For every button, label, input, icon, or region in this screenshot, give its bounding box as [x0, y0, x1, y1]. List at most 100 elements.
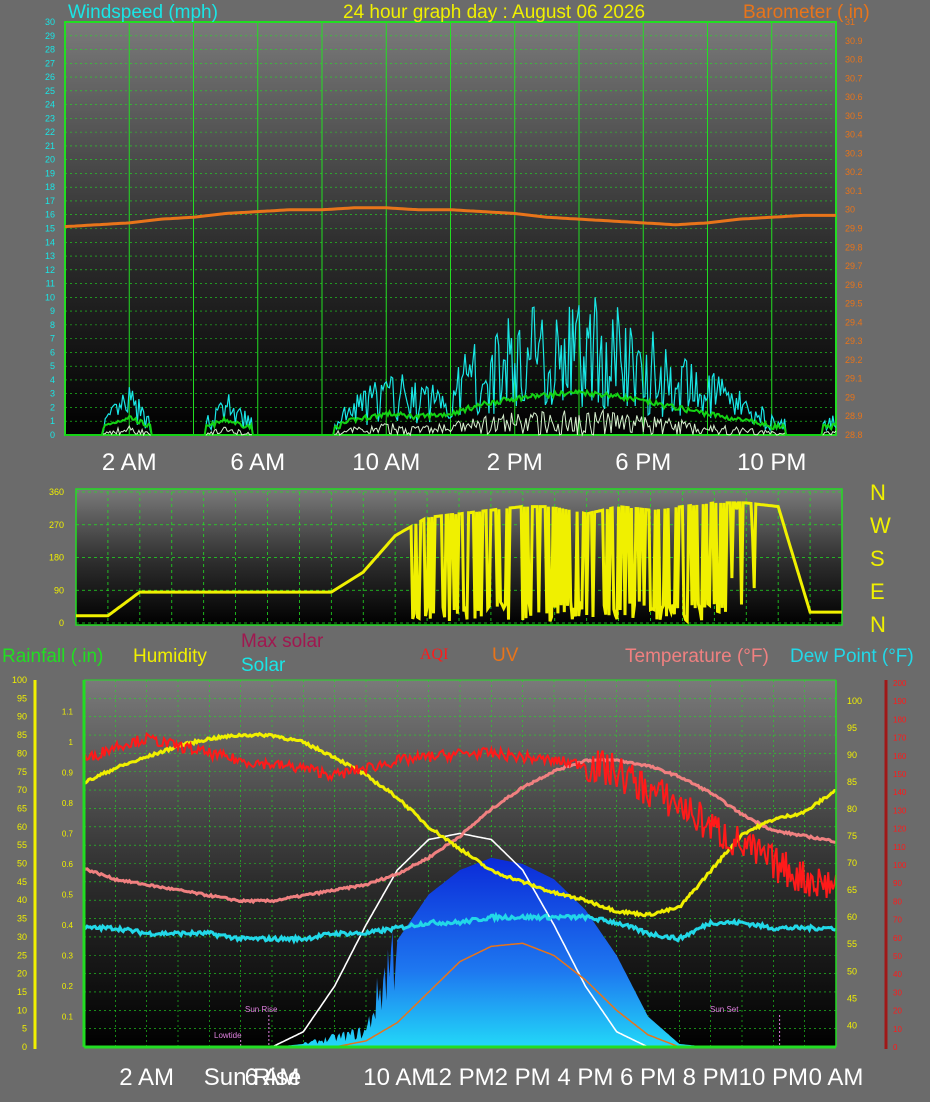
aqi-tick-label: 190 — [893, 697, 907, 706]
aqi-tick-label: 70 — [893, 916, 902, 925]
legend-temperature: Temperature (°F) — [625, 646, 769, 667]
aqi-tick-label: 150 — [893, 770, 907, 779]
lowtide-label: Lowtide — [214, 1031, 242, 1040]
humidity-tick-label: 55 — [17, 840, 27, 850]
top-time-label: 6 AM — [230, 449, 286, 476]
direction-tick-label: 0 — [59, 618, 64, 628]
barometer-tick-label: 30.3 — [845, 148, 863, 158]
windspeed-tick-label: 21 — [45, 141, 55, 151]
windspeed-tick-label: 22 — [45, 127, 55, 137]
rainfall-tick-label: 0.5 — [62, 890, 74, 899]
windspeed-tick-label: 18 — [45, 182, 55, 192]
temperature-tick-label: 75 — [847, 831, 857, 841]
humidity-tick-label: 20 — [17, 969, 27, 979]
barometer-tick-label: 30.9 — [845, 36, 863, 46]
legend-aqi: AQI — [420, 646, 449, 663]
humidity-tick-label: 35 — [17, 914, 27, 924]
aqi-tick-label: 10 — [893, 1025, 902, 1034]
windspeed-tick-label: 1 — [50, 416, 55, 426]
temperature-tick-label: 45 — [847, 993, 857, 1003]
temperature-tick-label: 40 — [847, 1020, 857, 1030]
barometer-tick-label: 30 — [845, 205, 855, 215]
temperature-tick-label: 100 — [847, 696, 862, 706]
barometer-tick-label: 29.7 — [845, 261, 863, 271]
humidity-tick-label: 70 — [17, 785, 27, 795]
barometer-tick-label: 28.9 — [845, 411, 863, 421]
humidity-tick-label: 40 — [17, 895, 27, 905]
direction-tick-label: 360 — [49, 487, 64, 497]
rainfall-tick-label: 0.7 — [62, 829, 74, 838]
aqi-tick-label: 80 — [893, 897, 902, 906]
bottom-time-label: 2 AM — [119, 1064, 174, 1091]
windspeed-tick-label: 13 — [45, 251, 55, 261]
temperature-axis: 40 45 50 55 60 65 70 75 80 85 90 95 100 — [847, 696, 862, 1031]
humidity-axis: 0 5 10 15 20 25 30 35 40 45 50 55 60 65 70 75 80 85 90 95 10… — [12, 675, 37, 1052]
barometer-tick-label: 30.1 — [845, 186, 863, 196]
aqi-tick-label: 60 — [893, 934, 902, 943]
windspeed-tick-label: 26 — [45, 72, 55, 82]
humidity-tick-label: 95 — [17, 693, 27, 703]
rainfall-axis: 0.1 0.2 0.3 0.4 0.5 0.6 0.7 0.8 0.9 1 1.1 — [62, 707, 74, 1021]
barometer-title: Barometer (.in) — [743, 2, 870, 23]
barometer-tick-label: 28.8 — [845, 430, 863, 440]
aqi-tick-label: 170 — [893, 734, 907, 743]
aqi-axis: 0 10 20 30 40 50 60 70 80 90 100 110 120 130 140 150 160… — [884, 679, 907, 1052]
sunset-label: Sun Set — [710, 1005, 739, 1014]
windspeed-tick-label: 19 — [45, 168, 55, 178]
aqi-tick-label: 180 — [893, 715, 907, 724]
windspeed-tick-label: 16 — [45, 210, 55, 220]
humidity-tick-label: 75 — [17, 767, 27, 777]
legend-solar: Solar — [241, 655, 286, 676]
windspeed-tick-label: 14 — [45, 237, 55, 247]
temperature-tick-label: 70 — [847, 858, 857, 868]
bottom-time-label: 6 AM — [244, 1064, 300, 1091]
compass-label: E — [870, 579, 885, 604]
temperature-tick-label: 50 — [847, 966, 857, 976]
windspeed-axis: 0123456789101112131415161718192021222324… — [45, 17, 55, 440]
windspeed-tick-label: 6 — [50, 347, 55, 357]
top-time-label: 6 PM — [615, 449, 672, 476]
aqi-tick-label: 120 — [893, 825, 907, 834]
legend-max-solar: Max solar — [241, 631, 324, 652]
rainfall-tick-label: 0.6 — [62, 860, 74, 869]
windspeed-tick-label: 12 — [45, 265, 55, 275]
barometer-axis: 28.8 28.9 29 29.1 29.2 29.3 29.4 29.5 29.6 29.7 29… — [845, 17, 863, 440]
legend-dew-point: Dew Point (°F) — [790, 646, 914, 667]
aqi-tick-label: 50 — [893, 952, 902, 961]
temperature-tick-label: 65 — [847, 885, 857, 895]
legend-uv: UV — [492, 645, 519, 666]
humidity-tick-label: 80 — [17, 748, 27, 758]
windspeed-tick-label: 9 — [50, 306, 55, 316]
compass-label: W — [870, 513, 891, 538]
windspeed-tick-label: 24 — [45, 100, 55, 110]
bottom-time-label: 0 AM — [808, 1064, 864, 1091]
windspeed-tick-label: 10 — [45, 292, 55, 302]
aqi-tick-label: 130 — [893, 806, 907, 815]
temperature-tick-label: 55 — [847, 939, 857, 949]
aqi-tick-label: 100 — [893, 861, 907, 870]
rainfall-tick-label: 0.3 — [62, 951, 74, 960]
compass-label: S — [870, 546, 885, 571]
rainfall-tick-label: 0.8 — [62, 799, 74, 808]
legend-rainfall: Rainfall (.in) — [2, 646, 104, 667]
barometer-tick-label: 29.8 — [845, 242, 863, 252]
windspeed-tick-label: 29 — [45, 31, 55, 41]
barometer-tick-label: 29.3 — [845, 336, 863, 346]
windspeed-tick-label: 8 — [50, 320, 55, 330]
barometer-tick-label: 30.2 — [845, 167, 863, 177]
temperature-tick-label: 85 — [847, 777, 857, 787]
legend-humidity: Humidity — [133, 646, 207, 667]
windspeed-tick-label: 25 — [45, 86, 55, 96]
humidity-tick-label: 5 — [22, 1024, 27, 1034]
windspeed-tick-label: 15 — [45, 224, 55, 234]
windspeed-tick-label: 23 — [45, 113, 55, 123]
rainfall-tick-label: 0.2 — [62, 982, 74, 991]
humidity-tick-label: 45 — [17, 877, 27, 887]
humidity-tick-label: 25 — [17, 950, 27, 960]
windspeed-title: Windspeed (mph) — [68, 2, 218, 23]
aqi-tick-label: 200 — [893, 679, 907, 688]
rainfall-tick-label: 1.1 — [62, 707, 74, 716]
barometer-tick-label: 29.6 — [845, 280, 863, 290]
humidity-tick-label: 60 — [17, 822, 27, 832]
barometer-tick-label: 29.9 — [845, 224, 863, 234]
